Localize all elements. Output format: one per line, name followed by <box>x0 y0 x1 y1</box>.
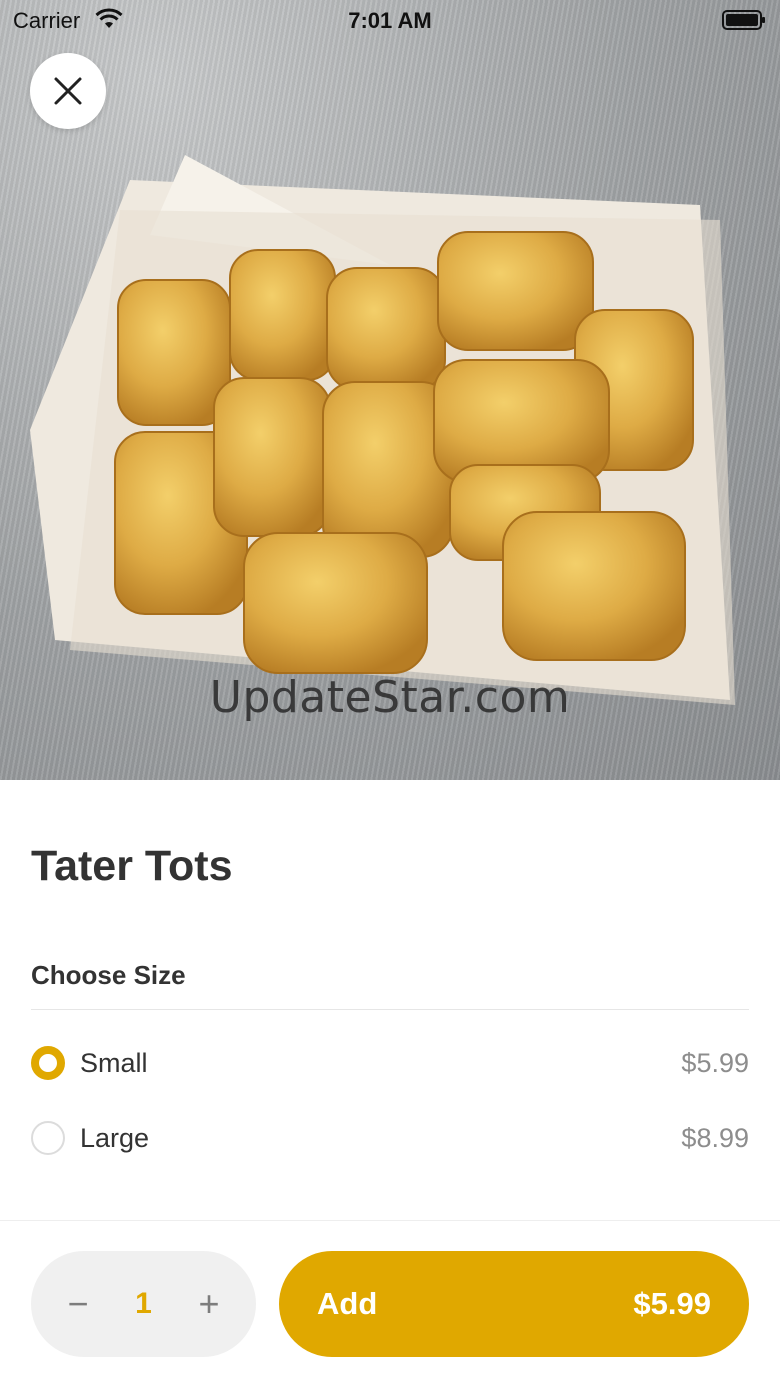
add-button-price: $5.99 <box>633 1286 711 1321</box>
size-option-label: Small <box>80 1047 148 1078</box>
footer-divider <box>0 1220 780 1221</box>
size-option-price: $5.99 <box>681 1047 749 1078</box>
size-option-price: $8.99 <box>681 1122 749 1153</box>
add-button-label: Add <box>317 1286 378 1321</box>
increment-button[interactable]: + <box>194 1286 224 1322</box>
choose-size-heading: Choose Size <box>31 960 186 990</box>
size-option-label: Large <box>80 1122 150 1153</box>
decrement-button[interactable]: − <box>63 1286 93 1322</box>
item-title: Tater Tots <box>31 842 233 890</box>
size-option-small[interactable]: Small $5.99 <box>31 1033 749 1093</box>
radio-unselected[interactable] <box>31 1121 65 1155</box>
section-divider <box>31 1009 749 1010</box>
tater-tots-image <box>30 155 735 705</box>
item-photo: UpdateStar.com <box>0 0 780 780</box>
radio-selected[interactable] <box>31 1046 65 1080</box>
watermark-text: UpdateStar.com <box>209 672 571 723</box>
close-icon <box>54 77 82 105</box>
quantity-stepper: − 1 + <box>31 1251 256 1357</box>
size-option-large[interactable]: Large $8.99 <box>31 1108 749 1168</box>
quantity-value: 1 <box>135 1287 152 1320</box>
battery-icon <box>722 10 766 36</box>
status-time: 7:01 AM <box>348 8 432 33</box>
status-bar: Carrier 7:01 AM <box>0 0 780 40</box>
close-button[interactable] <box>30 53 106 129</box>
add-to-cart-button[interactable]: Add $5.99 <box>279 1251 749 1357</box>
